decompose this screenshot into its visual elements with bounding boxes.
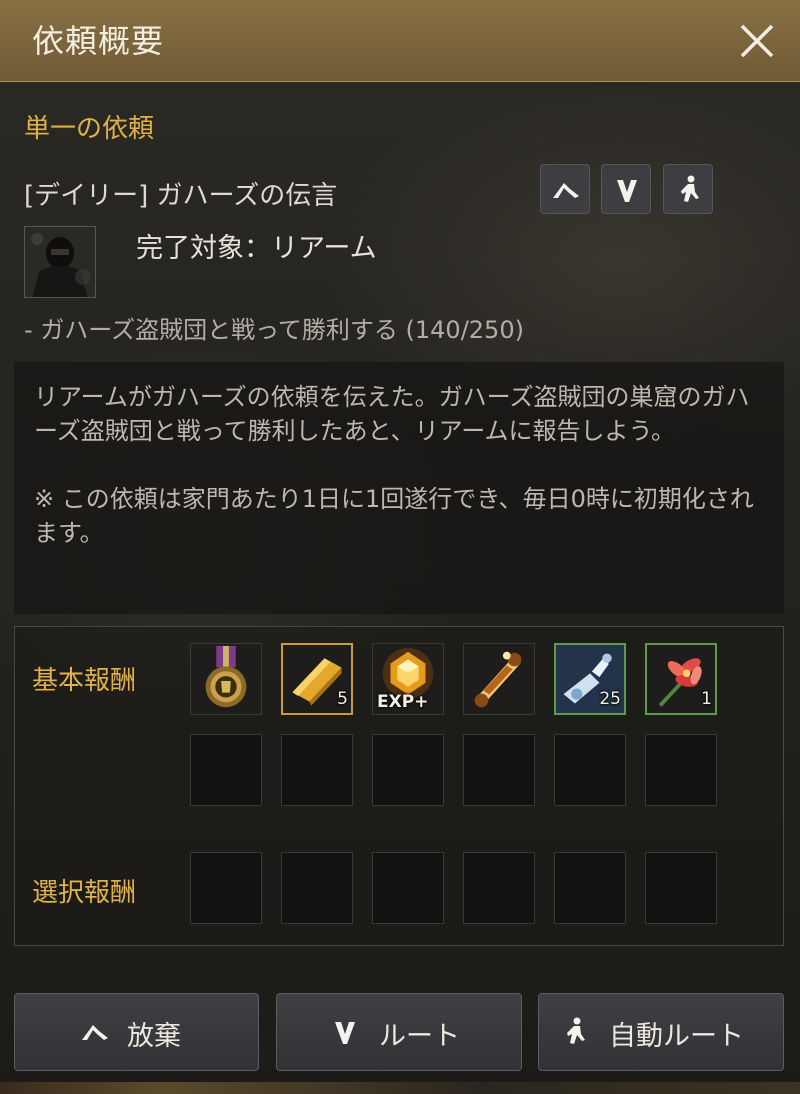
title-bar: 依頼概要 xyxy=(0,0,800,82)
abandon-icon xyxy=(553,183,579,198)
background-strip xyxy=(0,1082,800,1094)
reward-slot-flower[interactable]: 1 xyxy=(645,643,717,715)
auto-route-button-label: 自動ルート xyxy=(609,1021,744,1052)
reward-slot-exp[interactable]: EXP+ xyxy=(372,643,444,715)
route-button-label: ルート xyxy=(379,1021,460,1052)
npc-portrait xyxy=(24,226,96,298)
quest-objective: - ガハーズ盗賊団と戦って勝利する (140/250) xyxy=(24,316,524,344)
abandon-button[interactable]: 放棄 xyxy=(14,993,259,1071)
empty-reward-slot xyxy=(281,734,353,806)
route-icon xyxy=(617,180,637,202)
quest-note: ※ この依頼は家門あたり1日に1回遂行でき、毎日0時に初期化されます。 xyxy=(34,485,754,547)
flower-quantity: 1 xyxy=(701,689,712,709)
route-icon xyxy=(335,1022,355,1044)
empty-reward-slot xyxy=(463,734,535,806)
empty-reward-slot xyxy=(372,734,444,806)
empty-reward-slot xyxy=(645,734,717,806)
choice-reward-label: 選択報酬 xyxy=(32,878,137,908)
gold-bar-quantity: 5 xyxy=(337,689,348,709)
choice-reward-slot[interactable] xyxy=(645,852,717,924)
npc-portrait-image xyxy=(25,227,95,297)
window-title: 依頼概要 xyxy=(32,22,165,60)
auto-route-icon xyxy=(567,1017,585,1044)
auto-route-button[interactable] xyxy=(663,164,713,214)
reward-slot-gold-bar[interactable]: 5 xyxy=(281,643,353,715)
abandon-icon xyxy=(82,1025,108,1040)
quest-name: [デイリー] ガハーズの伝言 xyxy=(24,181,338,211)
auto-route-icon xyxy=(681,175,699,202)
exp-caption: EXP+ xyxy=(377,692,429,712)
close-button[interactable] xyxy=(736,20,778,62)
route-button[interactable] xyxy=(601,164,651,214)
potion-quantity: 25 xyxy=(599,689,621,709)
reward-slot-scroll[interactable] xyxy=(463,643,535,715)
quest-description: リアームがガハーズの依頼を伝えた。ガハーズ盗賊団の巣窟のガハーズ盗賊団と戦って勝… xyxy=(34,383,750,445)
empty-reward-slot xyxy=(190,734,262,806)
route-bottom-button[interactable]: ルート xyxy=(276,993,522,1071)
reward-slot-medal[interactable] xyxy=(190,643,262,715)
scroll-icon xyxy=(474,651,522,708)
quest-type-label: 単一の依頼 xyxy=(24,114,155,144)
close-icon xyxy=(740,24,774,58)
auto-route-bottom-button[interactable]: 自動ルート xyxy=(538,993,784,1071)
choice-reward-slot[interactable] xyxy=(463,852,535,924)
quest-description-box: リアームがガハーズの依頼を伝えた。ガハーズ盗賊団の巣窟のガハーズ盗賊団と戦って勝… xyxy=(14,362,784,614)
choice-reward-slot[interactable] xyxy=(281,852,353,924)
completion-target: 完了対象：リアーム xyxy=(136,233,377,264)
medal-icon xyxy=(205,645,247,708)
choice-reward-slot[interactable] xyxy=(190,852,262,924)
abandon-button-label: 放棄 xyxy=(127,1021,181,1052)
basic-reward-label: 基本報酬 xyxy=(32,666,137,696)
choice-reward-slot[interactable] xyxy=(372,852,444,924)
empty-reward-slot xyxy=(554,734,626,806)
abandon-quest-button[interactable] xyxy=(540,164,590,214)
reward-slot-potion[interactable]: 25 xyxy=(554,643,626,715)
choice-reward-slot[interactable] xyxy=(554,852,626,924)
